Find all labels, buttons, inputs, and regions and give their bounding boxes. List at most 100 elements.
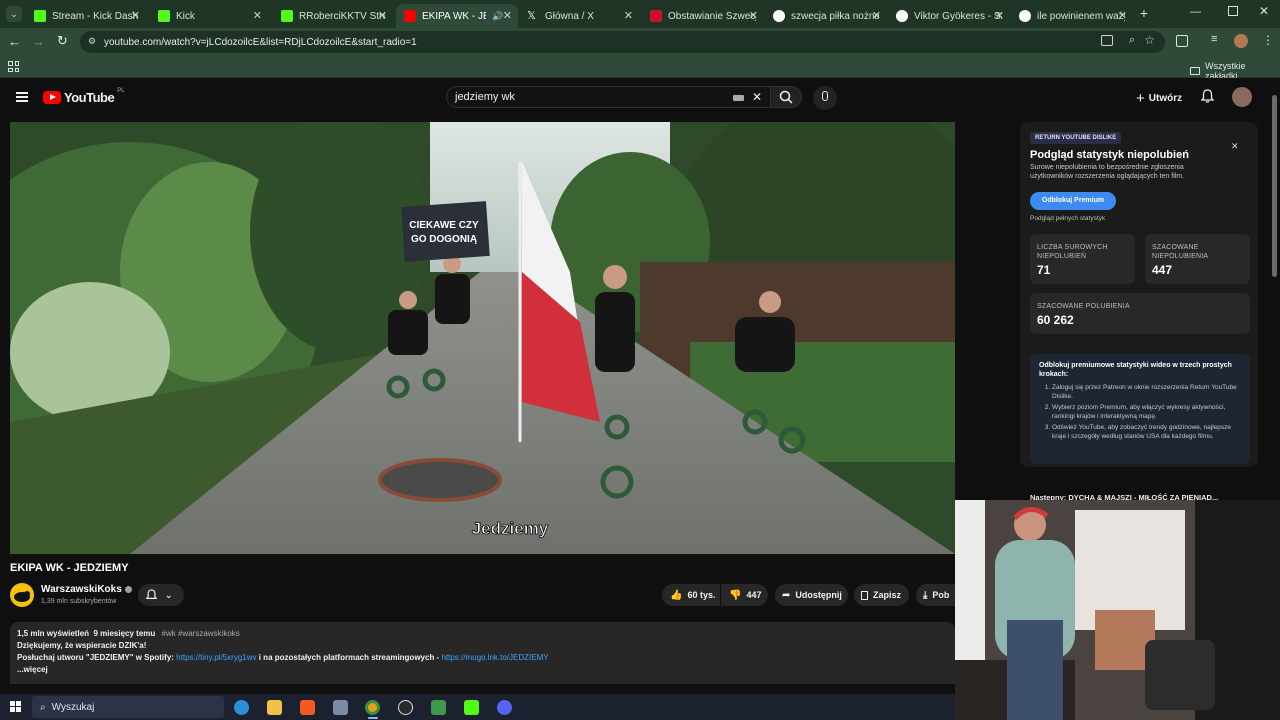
forward-icon[interactable]: → — [32, 34, 45, 49]
browser-tab-google-gyokeres[interactable]: Viktor Gyökeres - Sze ✕ — [888, 4, 1010, 28]
sign-text-line2: GO DOGONIĄ — [411, 234, 477, 245]
clear-search-icon[interactable]: ✕ — [752, 90, 762, 104]
browser-tab-google-szwecja[interactable]: szwecja piłka nożna ✕ — [765, 4, 887, 28]
window-close-button[interactable]: ✕ — [1259, 4, 1271, 18]
video-caption: Jedziemy — [472, 519, 549, 538]
install-app-icon[interactable] — [1101, 35, 1113, 46]
youtube-region: PL — [117, 87, 125, 94]
create-label: Utwórz — [1148, 92, 1183, 104]
tab-label: ile powinienem ważyć — [1037, 10, 1125, 22]
channel-avatar[interactable] — [10, 583, 34, 607]
tab-close-icon[interactable]: ✕ — [624, 9, 633, 22]
back-icon[interactable]: ← — [8, 34, 21, 49]
spotify-link[interactable]: https://tiny.pl/5xryg1wv — [176, 653, 256, 662]
search-icon — [779, 90, 793, 104]
tab-close-icon[interactable]: ✕ — [253, 9, 262, 22]
profile-avatar[interactable] — [1234, 34, 1248, 48]
address-bar[interactable]: ⚙ youtube.com/watch?v=jLCdozoilcE&list=R… — [80, 31, 1165, 53]
promo-title: Odblokuj premiumowe statystyki wideo w t… — [1039, 362, 1232, 378]
promo-step: Wybierz poziom Premium, aby włączyć wykr… — [1052, 404, 1241, 421]
restore-button[interactable] — [1228, 6, 1238, 16]
stat-value: 71 — [1037, 263, 1051, 277]
create-button[interactable]: + Utwórz — [1136, 88, 1182, 108]
download-button[interactable]: ⤓ Pob — [916, 584, 955, 606]
media-controls-icon[interactable]: ≡ — [1211, 33, 1217, 45]
minimize-button[interactable]: — — [1190, 6, 1202, 18]
hamburger-menu-icon[interactable] — [16, 92, 28, 102]
stat-label: SZACOWANE POLUBIENIA — [1037, 303, 1130, 310]
tab-close-icon[interactable]: ✕ — [378, 9, 387, 22]
hashtags[interactable]: #wk #warszawskikoks — [162, 629, 240, 638]
taskbar-search-box[interactable]: ⌕ Wyszukaj — [32, 696, 224, 718]
keyboard-icon[interactable] — [733, 95, 744, 101]
streaming-app-icon[interactable] — [431, 700, 446, 715]
voice-search-button[interactable] — [813, 86, 837, 110]
browser-tab-kick-stream[interactable]: RRoberciKKTV Stream ✕ — [273, 4, 393, 28]
ryd-badge: RETURN YOUTUBE DISLIKE — [1030, 132, 1122, 144]
extensions-icon[interactable] — [1176, 35, 1188, 47]
save-button[interactable]: Zapisz — [854, 584, 909, 606]
tab-close-icon[interactable]: ✕ — [749, 9, 758, 22]
browser-tab-kick[interactable]: Kick ✕ — [150, 4, 268, 28]
edge-icon[interactable] — [234, 700, 249, 715]
stat-label: LICZBA SUROWYCH NIEPOLUBIEŃ — [1037, 244, 1108, 260]
speaker-icon[interactable]: 🔊 — [492, 11, 503, 22]
description-meta-row: 1,5 mln wyświetleń 9 miesięcy temu #wk #… — [17, 628, 948, 640]
obs-icon[interactable] — [398, 700, 413, 715]
dislike-button[interactable]: 👎 447 — [721, 584, 768, 606]
tab-search-button[interactable]: ⌄ — [6, 6, 22, 22]
browser-tab-x[interactable]: 𝕏 Główna / X ✕ — [519, 4, 639, 28]
site-info-icon[interactable]: ⚙ — [88, 36, 96, 47]
browser-tab-kick-dashboard[interactable]: Stream - Kick Dashbo ✕ — [26, 4, 146, 28]
app-icon[interactable] — [333, 700, 348, 715]
subscribed-notifications-button[interactable]: ⌄ — [138, 584, 184, 606]
browser-tab-google-weight[interactable]: ile powinienem ważyć ✕ — [1011, 4, 1133, 28]
browser-tab-betting[interactable]: Obstawianie Szwecja ✕ — [642, 4, 764, 28]
description-box[interactable]: 1,5 mln wyświetleń 9 miesięcy temu #wk #… — [10, 622, 955, 684]
tab-close-icon[interactable]: ✕ — [995, 9, 1004, 22]
full-stats-link[interactable]: Podgląd pełnych statystyk — [1030, 215, 1105, 222]
discord-icon[interactable] — [497, 700, 512, 715]
kick-app-icon[interactable] — [464, 700, 479, 715]
tab-label: Stream - Kick Dashbo — [52, 10, 138, 22]
bookmark-star-icon[interactable]: ☆ — [1144, 33, 1155, 47]
google-favicon-icon — [773, 10, 785, 22]
google-favicon-icon — [896, 10, 908, 22]
bell-icon — [146, 589, 157, 599]
video-player[interactable]: CIEKAWE CZY GO DOGONIĄ Jedziemy — [10, 122, 955, 554]
youtube-logo[interactable]: YouTube PL — [43, 87, 125, 105]
apps-grid-icon[interactable] — [8, 61, 19, 72]
tab-close-icon[interactable]: ✕ — [131, 9, 140, 22]
tab-close-icon[interactable]: ✕ — [1118, 9, 1127, 22]
browser-tab-youtube-active[interactable]: EKIPA WK - JEDZ 🔊 ✕ — [396, 4, 518, 28]
tab-label: RRoberciKKTV Stream — [299, 10, 385, 22]
url-text: youtube.com/watch?v=jLCdozoilcE&list=RDj… — [104, 36, 417, 48]
reload-icon[interactable]: ↻ — [57, 33, 68, 49]
share-button[interactable]: ➦ Udostępnij — [775, 584, 848, 606]
zoom-icon[interactable]: ⌕ — [1129, 34, 1135, 47]
account-avatar[interactable] — [1232, 87, 1252, 107]
browser-menu-icon[interactable]: ⋮ — [1262, 33, 1274, 47]
like-button[interactable]: 👍 60 tys. — [662, 584, 720, 606]
webcam-feed-illustration — [955, 500, 1280, 720]
tab-close-icon[interactable]: ✕ — [503, 9, 512, 22]
brave-icon[interactable] — [300, 700, 315, 715]
chrome-icon[interactable] — [365, 700, 380, 715]
tab-close-icon[interactable]: ✕ — [872, 9, 881, 22]
file-explorer-icon[interactable] — [267, 700, 282, 715]
stat-value: 60 262 — [1037, 313, 1074, 327]
channel-name[interactable]: WarszawskiKoks — [41, 584, 132, 595]
like-count: 60 tys. — [687, 590, 716, 600]
search-input[interactable]: jedziemy wk ✕ — [446, 86, 773, 108]
unlock-premium-button[interactable]: Odblokuj Premium — [1030, 192, 1116, 210]
page-scrollbar[interactable] — [1272, 95, 1277, 277]
show-more-link[interactable]: ...więcej — [17, 664, 948, 676]
notifications-bell-icon[interactable] — [1201, 89, 1214, 103]
tab-label: Główna / X — [545, 10, 594, 22]
search-button[interactable] — [770, 86, 802, 108]
streaming-link[interactable]: https://mugo.lnk.to/JEDZIEMY — [441, 653, 548, 662]
ryd-close-icon[interactable]: ✕ — [1231, 141, 1239, 152]
start-button-icon[interactable] — [10, 701, 21, 712]
new-tab-button[interactable]: + — [1136, 5, 1152, 21]
return-youtube-dislike-panel: RETURN YOUTUBE DISLIKE ✕ Podgląd statyst… — [1020, 122, 1258, 467]
